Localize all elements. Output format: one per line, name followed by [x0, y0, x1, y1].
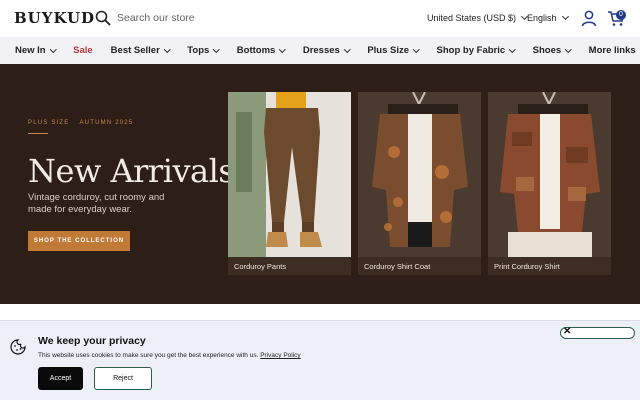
hero-title: New Arrivals	[28, 152, 235, 190]
print-corduroy-shirt-image	[488, 92, 611, 257]
shop-collection-button[interactable]: SHOP THE COLLECTION	[28, 231, 130, 251]
cart-count-badge: 0	[616, 10, 626, 20]
nav-label: Shoes	[532, 45, 562, 56]
hero-eyebrow-season: AUTUMN 2025	[79, 120, 134, 126]
store-logo[interactable]: BUYKUD	[14, 9, 95, 27]
nav-bottoms[interactable]: Bottoms	[236, 45, 286, 56]
nav-label: More links	[588, 45, 636, 56]
product-label: Corduroy Shirt Coat	[364, 262, 431, 271]
corduroy-pants-image	[228, 92, 351, 257]
currency-label: United States (USD $)	[427, 13, 517, 23]
product-card-corduroy-pants[interactable]: Corduroy Pants	[228, 92, 351, 275]
nav-label: Tops	[187, 45, 210, 56]
chevron-down-icon	[561, 12, 569, 21]
hero-banner: PLUS SIZE AUTUMN 2025 New Arrivals Vinta…	[0, 64, 640, 304]
cookie-icon	[10, 339, 26, 355]
chevron-down-icon	[509, 45, 516, 53]
product-label: Corduroy Pants	[234, 262, 287, 271]
privacy-policy-link[interactable]: Privacy Policy	[260, 352, 300, 359]
nav-best-seller[interactable]: Best Seller	[110, 45, 171, 56]
nav-shoes[interactable]: Shoes	[532, 45, 572, 56]
cookie-banner: We keep your privacy This website uses c…	[0, 320, 640, 400]
chevron-down-icon	[565, 45, 572, 53]
hero-divider	[28, 133, 48, 134]
nav-label: Best Seller	[110, 45, 160, 56]
nav-label: New In	[15, 45, 46, 56]
account-icon[interactable]	[581, 10, 597, 27]
nav-sale[interactable]: Sale	[73, 45, 93, 56]
chevron-down-icon	[343, 45, 351, 53]
hero-eyebrow: PLUS SIZE AUTUMN 2025	[28, 120, 133, 126]
chevron-down-icon	[213, 45, 220, 53]
product-label: Print Corduroy Shirt	[494, 262, 560, 271]
chevron-down-icon	[49, 45, 57, 53]
nav-label: Plus Size	[367, 45, 410, 56]
language-selector[interactable]: English	[527, 12, 569, 23]
product-card-corduroy-shirt-coat[interactable]: Corduroy Shirt Coat	[358, 92, 481, 275]
site-header: BUYKUD United States (USD $) English 0	[0, 0, 640, 37]
nav-plus-size[interactable]: Plus Size	[367, 45, 420, 56]
nav-label: Bottoms	[236, 45, 276, 56]
nav-label: Dresses	[302, 45, 340, 56]
search-icon[interactable]	[95, 10, 111, 26]
hero-subtitle: Vintage corduroy, cut roomy and made for…	[28, 192, 165, 215]
close-cookie-banner-button[interactable]: ✕	[560, 326, 635, 339]
chevron-down-icon	[413, 45, 420, 53]
chevron-down-icon	[163, 45, 171, 53]
cookie-title: We keep your privacy	[38, 335, 146, 347]
language-label: English	[527, 13, 557, 23]
cookie-message: This website uses cookies to make sure y…	[38, 352, 259, 359]
nav-tops[interactable]: Tops	[187, 45, 220, 56]
chevron-down-icon	[279, 45, 286, 53]
nav-new-in[interactable]: New In	[15, 45, 57, 56]
nav-label: Shop by Fabric	[436, 45, 506, 56]
product-card-print-corduroy-shirt[interactable]: Print Corduroy Shirt	[488, 92, 611, 275]
corduroy-shirt-coat-image	[358, 92, 481, 257]
nav-more-links[interactable]: More links	[589, 45, 640, 56]
currency-selector[interactable]: United States (USD $)	[427, 12, 529, 23]
nav-shop-by-fabric[interactable]: Shop by Fabric	[436, 45, 516, 56]
reject-cookies-button[interactable]: Reject	[94, 367, 152, 390]
nav-dresses[interactable]: Dresses	[302, 45, 351, 56]
accept-cookies-button[interactable]: Accept	[38, 367, 83, 390]
hero-eyebrow-category: PLUS SIZE	[28, 120, 70, 126]
nav-label: Sale	[73, 45, 93, 56]
close-icon: ✕	[563, 326, 572, 337]
cookie-text: This website uses cookies to make sure y…	[38, 352, 301, 359]
search-input[interactable]	[117, 9, 297, 27]
main-nav: New In Sale Best Seller Tops Bottoms Dre…	[0, 37, 640, 64]
